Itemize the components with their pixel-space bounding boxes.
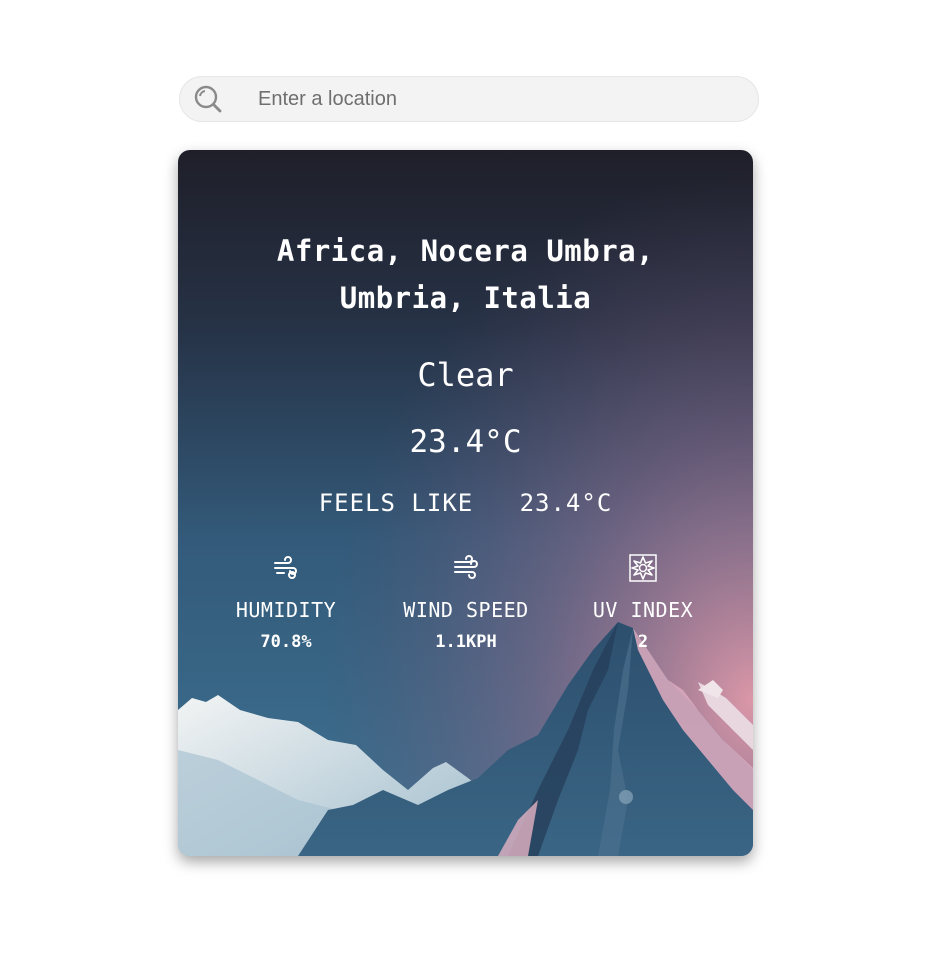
weather-condition: Clear — [417, 356, 514, 394]
humidity-value: 70.8% — [260, 632, 312, 652]
humidity-stat: HUMIDITY 70.8% — [191, 554, 381, 652]
temperature: 23.4°C — [409, 424, 522, 460]
location-name: Africa, Nocera Umbra, Umbria, Italia — [276, 234, 655, 315]
feels-like-value: 23.4°C — [519, 489, 613, 517]
humidity-label: HUMIDITY — [235, 598, 337, 622]
sun-icon — [629, 554, 657, 582]
wind-icon — [454, 555, 478, 579]
search-input[interactable] — [258, 77, 738, 121]
uv-index-value: 2 — [637, 632, 649, 652]
feels-like: FEELS LIKE 23.4°C — [178, 489, 753, 517]
search-bar[interactable] — [179, 76, 759, 122]
humidity-wind-icon — [274, 556, 297, 579]
wind-speed-label: WIND SPEED — [403, 598, 529, 622]
weather-stats: HUMIDITY 70.8% WIND SPEED 1.1KPH UV INDE… — [178, 554, 753, 664]
feels-like-label: FEELS LIKE — [318, 489, 474, 517]
uv-index-label: UV INDEX — [592, 598, 694, 622]
search-icon[interactable] — [194, 85, 222, 113]
wind-speed-stat: WIND SPEED 1.1KPH — [371, 554, 561, 652]
uv-index-stat: UV INDEX 2 — [548, 554, 738, 652]
weather-info: Africa, Nocera Umbra, Umbria, Italia Cle… — [178, 150, 753, 856]
weather-card: Africa, Nocera Umbra, Umbria, Italia Cle… — [178, 150, 753, 856]
wind-speed-value: 1.1KPH — [435, 632, 497, 652]
